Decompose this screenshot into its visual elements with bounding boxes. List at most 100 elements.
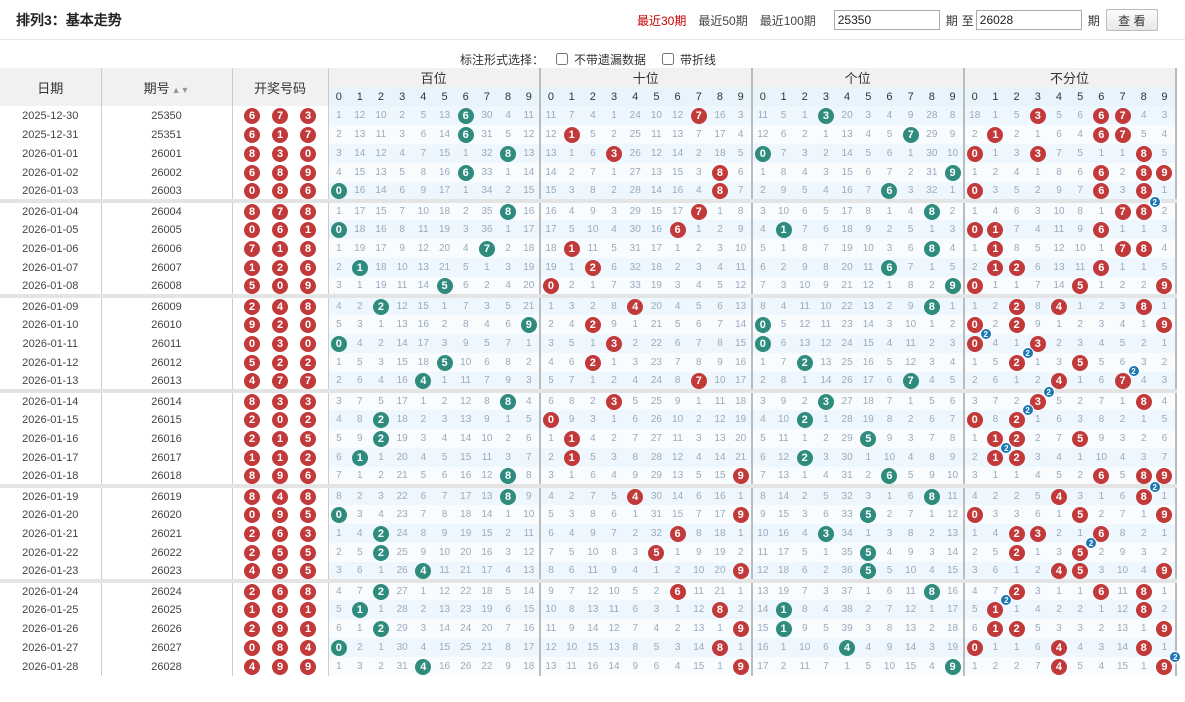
omission-cell: 6 — [1027, 505, 1049, 524]
draw-ball: 6 — [300, 259, 316, 276]
hit-ball: 1 — [775, 601, 792, 618]
omission-cell: 8 — [942, 106, 965, 125]
omission-cell: 3 — [857, 484, 879, 505]
omission-cell: 19 — [709, 543, 731, 562]
omission-cell: 1 — [688, 220, 710, 239]
omission-cell: 3 — [751, 389, 773, 410]
omission-cell: 3 — [878, 239, 901, 258]
omission-cell: 8 — [772, 372, 795, 391]
omission-cell: 6 — [1027, 258, 1049, 277]
to-issue-input[interactable] — [975, 10, 1082, 30]
draw-ball: 7 — [272, 107, 288, 124]
omission-cell: 18 — [730, 389, 753, 410]
sort-icon[interactable]: ▲▼ — [172, 85, 190, 95]
omission-cell: 8 — [455, 315, 477, 334]
omission-cell: 27 — [645, 429, 667, 448]
omission-cell: 1 — [709, 199, 731, 220]
polyline-checkbox[interactable] — [662, 53, 675, 65]
draw-cell: 477 — [232, 372, 329, 391]
omission-cell: 3 — [942, 334, 965, 353]
omission-cell: 12 — [1048, 239, 1070, 258]
hit-ball: 2 — [1008, 449, 1025, 466]
omission-cell: 1 — [730, 579, 753, 600]
omission-cell: 1 — [370, 600, 392, 619]
omission-cell: 8 — [349, 410, 371, 429]
repeat-count-badge: 2 — [1000, 593, 1013, 606]
omission-cell: 0 — [539, 277, 562, 296]
omission-cell: 7 — [815, 657, 837, 676]
omission-cell: 9 — [942, 657, 965, 676]
omission-cell: 15 — [667, 163, 689, 182]
issue-header[interactable]: 期号 ▲▼ — [101, 68, 233, 106]
omission-cell: 2 — [433, 315, 456, 334]
omission-cell: 0 — [963, 277, 985, 296]
omission-cell: 17 — [645, 239, 667, 258]
trend-table: 日期 期号 ▲▼ 开奖号码 百位 十位 个位 不分位 01234567890123… — [0, 68, 1182, 676]
omission-cell: 5 — [497, 579, 519, 600]
issue-cell: 26011 — [101, 334, 233, 353]
omission-cell: 1 — [1006, 638, 1028, 657]
omission-cell: 6 — [688, 484, 710, 505]
omission-cell: 6 — [1154, 429, 1177, 448]
omission-cell: 10 — [751, 524, 773, 543]
draw-ball: 9 — [300, 658, 316, 675]
omission-cell: 10 — [561, 638, 583, 657]
range-100-link[interactable]: 最近100期 — [760, 12, 816, 29]
range-50-link[interactable]: 最近50期 — [698, 12, 747, 29]
omission-cell: 3 — [328, 144, 350, 163]
omission-cell: 10 — [667, 410, 689, 429]
hit-ball: 8 — [923, 298, 940, 315]
omission-cell: 3 — [815, 163, 837, 182]
omission-cell: 3 — [688, 163, 710, 182]
draw-cell: 291 — [232, 619, 329, 638]
issue-cell: 26001 — [101, 144, 233, 163]
omission-cell: 25 — [391, 543, 413, 562]
omission-cell: 4 — [730, 125, 753, 144]
omission-cell: 28 — [921, 106, 943, 125]
omission-cell: 2 — [370, 410, 392, 429]
omission-cell: 5 — [1090, 353, 1112, 372]
no-omission-checkbox[interactable] — [556, 53, 569, 65]
omission-cell: 1 — [815, 125, 837, 144]
hit-ball: 5 — [1072, 430, 1089, 447]
omission-cell: 9 — [688, 543, 710, 562]
omission-cell: 1 — [349, 619, 371, 638]
omission-cell: 4 — [963, 484, 985, 505]
omission-cell: 7 — [328, 467, 350, 486]
omission-cell: 3 — [497, 258, 519, 277]
omission-cell: 2 — [963, 125, 985, 144]
omission-cell: 2 — [984, 657, 1006, 676]
omission-cell: 11 — [476, 448, 498, 467]
omission-cell: 1 — [349, 258, 371, 277]
omission-cell: 4 — [433, 429, 456, 448]
from-issue-input[interactable] — [833, 10, 940, 30]
hit-ball: 6 — [881, 467, 898, 484]
omission-cell: 3 — [921, 638, 943, 657]
omission-cell: 28 — [836, 410, 858, 429]
omission-cell: 29 — [921, 125, 943, 144]
omission-cell: 2 — [582, 389, 604, 410]
omission-cell: 0 — [963, 182, 985, 201]
omission-cell: 8 — [709, 600, 731, 619]
hit-ball: 8 — [711, 601, 728, 618]
omission-cell: 2 — [900, 410, 922, 429]
omission-cell: 2 — [603, 372, 625, 391]
omission-cell: 31 — [391, 657, 413, 676]
omission-cell: 3 — [730, 106, 753, 125]
omission-cell: 92 — [1154, 650, 1182, 676]
hit-ball: 4 — [1050, 639, 1067, 656]
draw-ball: 0 — [300, 335, 316, 352]
omission-cell: 1 — [328, 199, 350, 220]
range-30-link[interactable]: 最近30期 — [637, 12, 686, 29]
draw-ball: 9 — [272, 506, 288, 523]
omission-cell: 2 — [412, 600, 434, 619]
omission-cell: 6 — [667, 220, 689, 239]
search-button[interactable]: 查 看 — [1105, 9, 1158, 31]
omission-cell: 11 — [794, 294, 816, 315]
omission-cell: 9 — [900, 106, 922, 125]
draw-ball: 9 — [272, 620, 288, 637]
omission-cell: 6 — [815, 505, 837, 524]
draw-ball: 3 — [272, 393, 288, 410]
omission-cell: 4 — [603, 467, 625, 486]
hit-ball: 1 — [987, 126, 1004, 143]
